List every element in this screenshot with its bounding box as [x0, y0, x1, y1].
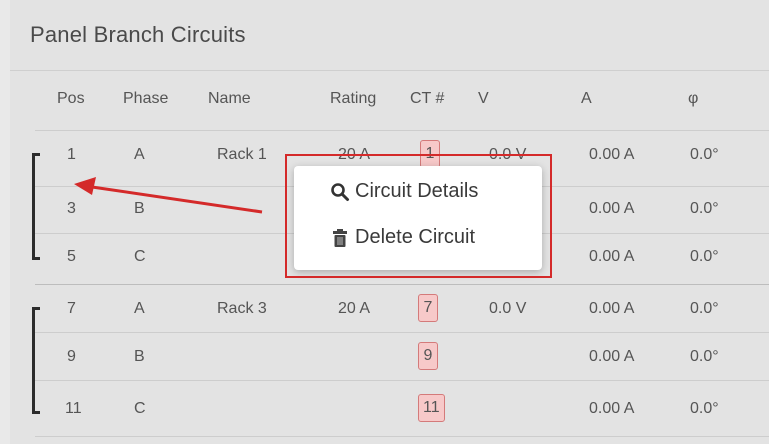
phi-cell: 0.0°	[690, 400, 719, 417]
phi-cell: 0.0°	[690, 146, 719, 163]
delete-circuit-menu-item[interactable]: Delete Circuit	[330, 226, 475, 249]
circuit-details-label: Circuit Details	[355, 180, 479, 202]
phi-cell: 0.0°	[690, 300, 719, 317]
pos-cell: 3	[67, 200, 76, 217]
table-row[interactable]: 9 B 9 0.00 A 0.0°	[10, 342, 769, 388]
delete-circuit-label: Delete Circuit	[355, 226, 476, 248]
rating-cell: 20 A	[338, 146, 371, 163]
name-cell: Rack 3	[217, 300, 267, 317]
col-v-header[interactable]: V	[478, 90, 489, 108]
phi-cell: 0.0°	[690, 248, 719, 265]
a-cell: 0.00 A	[589, 300, 635, 317]
phi-cell: 0.0°	[690, 348, 719, 365]
col-phi-header[interactable]: φ	[688, 90, 698, 108]
pos-cell: 11	[65, 400, 82, 417]
pos-cell: 5	[67, 248, 76, 265]
phase-cell: C	[134, 248, 146, 265]
pos-cell: 9	[67, 348, 76, 365]
row-divider	[35, 332, 769, 333]
col-pos-header[interactable]: Pos	[57, 90, 85, 108]
ct-badge[interactable]: 7	[418, 294, 438, 322]
name-cell: Rack 1	[217, 146, 267, 163]
pos-cell: 7	[67, 300, 76, 317]
trash-icon	[333, 228, 347, 247]
circuit-details-menu-item[interactable]: Circuit Details	[330, 180, 478, 203]
table-header: Pos Phase Name Rating CT # V A φ	[10, 90, 769, 130]
a-cell: 0.00 A	[589, 348, 635, 365]
v-cell: 0.0 V	[489, 146, 527, 163]
ct-badge[interactable]: 9	[418, 342, 438, 370]
row-divider	[35, 380, 769, 381]
col-name-header[interactable]: Name	[208, 90, 251, 108]
col-a-header[interactable]: A	[581, 90, 592, 108]
rating-cell: 20 A	[338, 300, 371, 317]
table-row[interactable]: 11 C 11 0.00 A 0.0°	[10, 394, 769, 440]
row-divider	[35, 436, 769, 437]
v-cell: 0.0 V	[489, 300, 527, 317]
circuit-group-bracket	[32, 153, 40, 260]
a-cell: 0.00 A	[589, 248, 635, 265]
circuit-group-bracket	[32, 307, 40, 414]
search-icon	[331, 182, 349, 201]
page: Panel Branch Circuits Pos Phase Name Rat…	[0, 0, 769, 444]
a-cell: 0.00 A	[589, 200, 635, 217]
header-divider	[35, 130, 769, 131]
phase-cell: A	[134, 300, 145, 317]
pos-cell: 1	[67, 146, 76, 163]
ct-badge[interactable]: 11	[418, 394, 445, 422]
a-cell: 0.00 A	[589, 146, 635, 163]
phase-cell: B	[134, 348, 145, 365]
panel-title: Panel Branch Circuits	[30, 22, 246, 47]
phi-cell: 0.0°	[690, 200, 719, 217]
title-divider	[10, 70, 769, 71]
col-ct-header[interactable]: CT #	[410, 90, 444, 108]
group-divider	[35, 284, 769, 285]
phase-cell: A	[134, 146, 145, 163]
col-phase-header[interactable]: Phase	[123, 90, 168, 108]
ct-badge[interactable]: 1	[420, 140, 440, 168]
circuit-context-menu: Circuit Details Delete Circuit	[294, 166, 542, 270]
table-row[interactable]: 7 A Rack 3 20 A 7 0.0 V 0.00 A 0.0°	[10, 294, 769, 340]
phase-cell: B	[134, 200, 145, 217]
col-rating-header[interactable]: Rating	[330, 90, 376, 108]
a-cell: 0.00 A	[589, 400, 635, 417]
phase-cell: C	[134, 400, 146, 417]
